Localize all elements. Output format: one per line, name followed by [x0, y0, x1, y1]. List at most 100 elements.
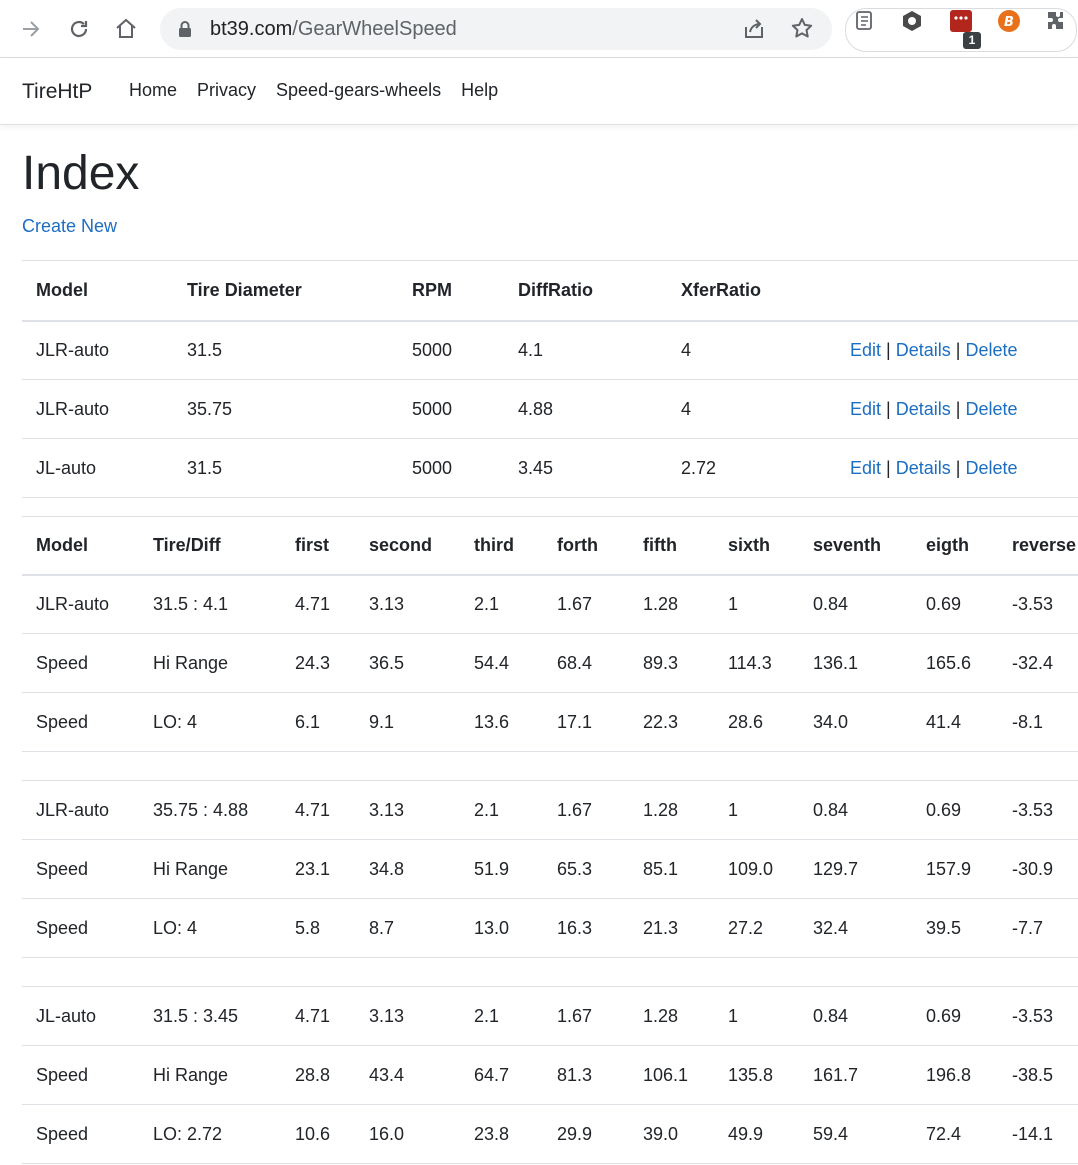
site-navbar: TireHtP Home Privacy Speed-gears-wheels … — [0, 58, 1078, 125]
details-link[interactable]: Details — [896, 458, 951, 478]
bookmark-star-icon[interactable] — [790, 16, 814, 45]
cell-model: JLR-auto — [36, 593, 110, 614]
cell-seventh: 34.0 — [813, 711, 849, 732]
cell-sixth: 28.6 — [728, 711, 764, 732]
cell-rpm: 5000 — [412, 398, 453, 419]
header-reverse: reverse — [1012, 534, 1077, 555]
cell-eigth: 0.69 — [926, 1005, 962, 1026]
header-seventh: seventh — [813, 534, 882, 555]
cell-sixth: 1 — [728, 1005, 739, 1026]
calendar-extension-icon[interactable] — [948, 8, 974, 34]
cell-tire-diff: Hi Range — [153, 652, 229, 673]
cell-actions: Edit | Details | Delete — [836, 380, 1078, 439]
cell-second: 3.13 — [369, 1005, 405, 1026]
cell-model: Speed — [36, 1064, 89, 1085]
cell-model: JL-auto — [36, 457, 97, 478]
edit-link[interactable]: Edit — [850, 340, 881, 360]
cell-reverse: -30.9 — [1012, 858, 1054, 879]
nav-speed-gears-wheels[interactable]: Speed-gears-wheels — [276, 80, 441, 101]
cell-eigth: 196.8 — [926, 1064, 972, 1085]
cell-xfer: 2.72 — [681, 457, 717, 478]
cell-second: 36.5 — [369, 652, 405, 673]
separator: | — [886, 339, 891, 360]
cell-third: 54.4 — [474, 652, 510, 673]
nav-privacy[interactable]: Privacy — [197, 80, 256, 101]
cell-tire-diff: Hi Range — [153, 858, 229, 879]
cell-diff: 3.45 — [518, 457, 554, 478]
reader-extension-icon[interactable] — [852, 8, 878, 34]
cell-third: 2.1 — [474, 799, 500, 820]
cell-forth: 68.4 — [557, 652, 593, 673]
reload-icon[interactable] — [60, 10, 98, 48]
share-icon[interactable] — [742, 17, 766, 46]
details-link[interactable]: Details — [896, 399, 951, 419]
separator: | — [955, 398, 961, 419]
edit-link[interactable]: Edit — [850, 458, 881, 478]
nav-help[interactable]: Help — [461, 80, 498, 101]
cell-eigth: 72.4 — [926, 1123, 962, 1144]
cell-forth: 65.3 — [557, 858, 593, 879]
details-link[interactable]: Details — [896, 340, 951, 360]
cell-eigth: 165.6 — [926, 652, 972, 673]
puzzle-extensions-icon[interactable] — [1043, 8, 1069, 34]
url-domain: bt39.com — [210, 18, 293, 40]
b-extension-icon[interactable]: B — [996, 8, 1022, 34]
cell-second: 3.13 — [369, 593, 405, 614]
cell-third: 2.1 — [474, 593, 500, 614]
edit-link[interactable]: Edit — [850, 399, 881, 419]
cell-third: 13.0 — [474, 917, 510, 938]
create-new-link[interactable]: Create New — [22, 216, 117, 237]
cell-first: 5.8 — [295, 917, 321, 938]
header-forth: forth — [557, 534, 598, 555]
cell-first: 10.6 — [295, 1123, 331, 1144]
cell-reverse: -3.53 — [1012, 593, 1054, 614]
brand-link[interactable]: TireHtP — [22, 80, 92, 104]
table-row: Speed Hi Range 23.1 34.8 51.9 65.3 85.1 109.0 12… — [22, 840, 1078, 899]
home-icon[interactable] — [107, 10, 145, 48]
cell-first: 23.1 — [295, 858, 331, 879]
cell-tire-diff: LO: 2.72 — [153, 1123, 223, 1144]
cell-diff: 4.1 — [518, 339, 544, 360]
table-row: Speed LO: 2.72 10.6 16.0 23.8 29.9 39.0 49.9 59.… — [22, 1105, 1078, 1164]
address-bar[interactable]: bt39.com/GearWheelSpeed — [160, 8, 832, 50]
cell-first: 4.71 — [295, 799, 331, 820]
separator: | — [886, 457, 891, 478]
delete-link[interactable]: Delete — [966, 458, 1018, 478]
cell-reverse: -32.4 — [1012, 652, 1054, 673]
cell-model: Speed — [36, 858, 89, 879]
cell-tire: 31.5 — [187, 339, 223, 360]
hexagon-extension-icon[interactable] — [899, 8, 925, 34]
cell-eigth: 0.69 — [926, 593, 962, 614]
delete-link[interactable]: Delete — [966, 340, 1018, 360]
group-spacer-row — [22, 752, 1078, 781]
table-row: JLR-auto 35.75 5000 4.88 4 Edit | Detail… — [22, 380, 1078, 439]
delete-link[interactable]: Delete — [966, 399, 1018, 419]
cell-rpm: 5000 — [412, 457, 453, 478]
cell-tire: 31.5 — [187, 457, 223, 478]
models-header-row: Model Tire Diameter RPM DiffRatio XferRa… — [22, 260, 1078, 321]
cell-third: 2.1 — [474, 1005, 500, 1026]
cell-reverse: -3.53 — [1012, 799, 1054, 820]
forward-icon[interactable] — [12, 10, 50, 48]
nav-home[interactable]: Home — [129, 80, 177, 101]
cell-tire-diff: LO: 4 — [153, 917, 198, 938]
header-third: third — [474, 534, 514, 555]
cell-actions: Edit | Details | Delete — [836, 321, 1078, 380]
cell-sixth: 1 — [728, 799, 739, 820]
cell-fifth: 106.1 — [643, 1064, 689, 1085]
cell-reverse: -3.53 — [1012, 1005, 1054, 1026]
cell-second: 16.0 — [369, 1123, 405, 1144]
table-row: JLR-auto 35.75 : 4.88 4.71 3.13 2.1 1.67 1.28 1… — [22, 781, 1078, 840]
cell-model: Speed — [36, 917, 89, 938]
cell-seventh: 161.7 — [813, 1064, 859, 1085]
svg-text:B: B — [1004, 15, 1014, 30]
cell-sixth: 135.8 — [728, 1064, 774, 1085]
cell-forth: 16.3 — [557, 917, 593, 938]
extension-badge: 1 — [963, 32, 981, 49]
table-row: JL-auto 31.5 5000 3.45 2.72 Edit | Detai… — [22, 439, 1078, 498]
cell-eigth: 157.9 — [926, 858, 972, 879]
header-rpm: RPM — [412, 279, 452, 300]
table-row: JLR-auto 31.5 5000 4.1 4 Edit | Details … — [22, 321, 1078, 380]
cell-second: 9.1 — [369, 711, 395, 732]
lock-icon[interactable] — [178, 20, 192, 43]
